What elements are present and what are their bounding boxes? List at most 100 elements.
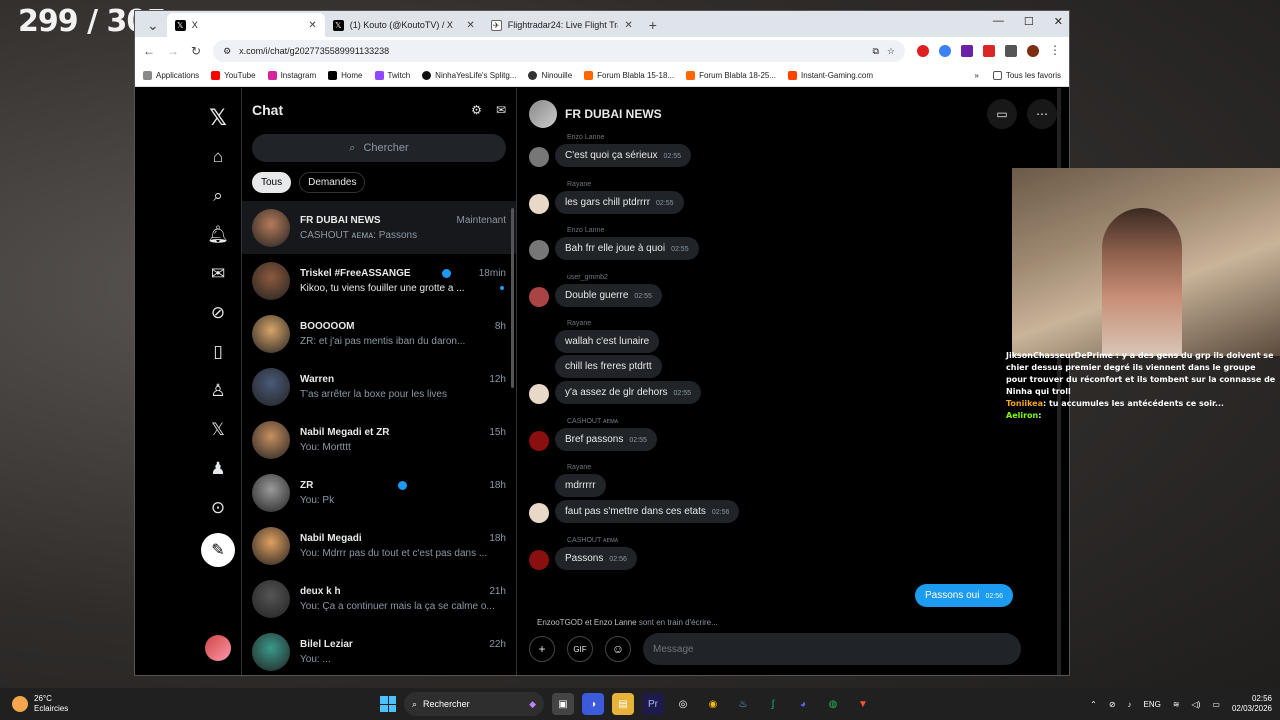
- new-message-icon[interactable]: ✉: [496, 103, 506, 117]
- conversation-item[interactable]: Nabil Megadi et ZR 15h You: Mortttt: [242, 413, 516, 466]
- windows-start-icon[interactable]: [380, 696, 396, 712]
- all-bookmarks[interactable]: Tous les favoris: [992, 71, 1061, 80]
- message-bubble[interactable]: Double guerre 02:55: [555, 284, 662, 307]
- message-bubble[interactable]: faut pas s'mettre dans ces etats 02:56: [555, 500, 740, 523]
- profile-icon[interactable]: [1027, 45, 1039, 57]
- message-avatar[interactable]: [529, 384, 549, 404]
- close-tab-icon[interactable]: ✕: [308, 20, 316, 31]
- message-avatar[interactable]: [529, 240, 549, 260]
- message-bubble[interactable]: Bref passons 02:55: [555, 428, 657, 451]
- wifi-icon[interactable]: ≋: [1173, 700, 1180, 709]
- url-field[interactable]: ⚙ x.com/i/chat/g2027735589991133238 ⧉ ☆: [213, 40, 905, 62]
- task-view-icon[interactable]: ▣: [552, 693, 574, 715]
- premium-icon[interactable]: 𝕏: [198, 410, 238, 449]
- spotify-icon[interactable]: ◍: [822, 693, 844, 715]
- close-window-icon[interactable]: ✕: [1054, 15, 1063, 28]
- profile-icon[interactable]: ♟: [198, 449, 238, 488]
- network-muted-icon[interactable]: ⊘: [1109, 700, 1116, 709]
- message-input[interactable]: Message: [643, 633, 1021, 665]
- bookmark-youtube[interactable]: YouTube: [211, 71, 256, 80]
- premiere-icon[interactable]: Pr: [642, 693, 664, 715]
- bookmark-splitgate[interactable]: NinhaYesLife's Splitg...: [422, 71, 516, 80]
- tab-flightradar[interactable]: ✈ Flightradar24: Live Flight Tracker ✕: [483, 13, 641, 37]
- message-bubble[interactable]: y'a assez de glr dehors 02:55: [555, 381, 702, 404]
- conversation-item[interactable]: Bilel Leziar 22h You: ...: [242, 625, 516, 675]
- conversation-item[interactable]: Nabil Megadi 18h You: Mdrrr pas du tout et…: [242, 519, 516, 572]
- conversation-item[interactable]: FR DUBAI NEWS Maintenant CASHOUT ᴀᴇᴍᴀ: Pas…: [242, 201, 516, 254]
- bookmark-apps[interactable]: Applications: [143, 71, 199, 80]
- account-avatar[interactable]: [205, 635, 231, 661]
- mic-icon[interactable]: ♪: [1128, 700, 1132, 709]
- obs-icon[interactable]: ◎: [672, 693, 694, 715]
- filter-all[interactable]: Tous: [252, 172, 292, 193]
- video-call-icon[interactable]: ▭: [987, 99, 1017, 129]
- group-avatar[interactable]: [529, 100, 557, 128]
- tab-search-icon[interactable]: ⌄: [139, 13, 167, 37]
- tab-x[interactable]: 𝕏 X ✕: [166, 13, 325, 37]
- more-bookmarks-icon[interactable]: »: [974, 71, 978, 80]
- conversation-item[interactable]: deux k h 21h You: Ça a continuer mais la ç…: [242, 572, 516, 625]
- compose-post-button[interactable]: ✎: [201, 533, 235, 567]
- minimize-icon[interactable]: —: [993, 15, 1004, 28]
- notifications-icon[interactable]: 🔔︎: [198, 215, 238, 254]
- list-scrollbar[interactable]: [511, 208, 514, 388]
- close-tab-icon[interactable]: ✕: [466, 20, 474, 31]
- brave-shield-icon[interactable]: [917, 45, 929, 57]
- message-bubble[interactable]: les gars chill ptdrrrr 02:55: [555, 191, 684, 214]
- more-icon[interactable]: ⊙: [198, 488, 238, 527]
- conversation-item[interactable]: Warren 12h T'as arrêter la boxe pour les l…: [242, 360, 516, 413]
- conversation-item[interactable]: ZR 18h You: Pk: [242, 466, 516, 519]
- maximize-icon[interactable]: ☐: [1024, 15, 1034, 28]
- message-avatar[interactable]: [529, 550, 549, 570]
- communities-icon[interactable]: ♙: [198, 371, 238, 410]
- menu-icon[interactable]: ⋮: [1049, 44, 1061, 57]
- site-info-icon[interactable]: ⚙: [223, 46, 231, 57]
- home-icon[interactable]: ⌂: [198, 137, 238, 176]
- bookmark-ninouille[interactable]: Ninouille: [528, 71, 572, 80]
- tab-kouto[interactable]: 𝕏 (1) Kouto (@KoutoTV) / X ✕: [325, 13, 483, 37]
- extension-icon[interactable]: [983, 45, 995, 57]
- message-avatar[interactable]: [529, 503, 549, 523]
- message-bubble[interactable]: Bah frr elle joue à quoi 02:55: [555, 237, 699, 260]
- bookmark-forum-15-18[interactable]: Forum Blabla 15-18...: [584, 71, 674, 80]
- close-tab-icon[interactable]: ✕: [624, 20, 632, 31]
- puzzle-icon[interactable]: [1005, 45, 1017, 57]
- tray-overflow-icon[interactable]: ⌃: [1090, 700, 1097, 709]
- message-avatar[interactable]: [529, 194, 549, 214]
- widgets-icon[interactable]: ◑: [582, 693, 604, 715]
- message-bubble[interactable]: C'est quoi ça sérieux 02:55: [555, 144, 692, 167]
- extension-icon[interactable]: [939, 45, 951, 57]
- language-indicator[interactable]: ENG: [1144, 700, 1161, 709]
- add-attachment-button[interactable]: +: [529, 636, 555, 662]
- search-icon[interactable]: ⌕: [198, 176, 238, 215]
- extension-icon[interactable]: [961, 45, 973, 57]
- message-avatar[interactable]: [529, 431, 549, 451]
- message-bubble[interactable]: wallah c'est lunaire: [555, 330, 660, 353]
- more-options-icon[interactable]: ⋯: [1027, 99, 1057, 129]
- taskbar-search[interactable]: ⌕ Rechercher ◆: [404, 692, 544, 716]
- filter-requests[interactable]: Demandes: [299, 172, 366, 193]
- bookmark-instant-gaming[interactable]: Instant-Gaming.com: [788, 71, 873, 80]
- discord-icon[interactable]: ◕: [792, 693, 814, 715]
- clock[interactable]: 02:56 02/03/2026: [1232, 694, 1272, 714]
- message-bubble[interactable]: Passons 02:56: [555, 547, 637, 570]
- chat-title[interactable]: FR DUBAI NEWS: [565, 107, 662, 121]
- message-avatar[interactable]: [529, 147, 549, 167]
- gif-button[interactable]: GIF: [567, 636, 593, 662]
- bookmark-twitch[interactable]: Twitch: [374, 71, 410, 80]
- file-explorer-icon[interactable]: ▤: [612, 693, 634, 715]
- chrome-icon[interactable]: ◉: [702, 693, 724, 715]
- forward-icon[interactable]: →: [167, 44, 179, 58]
- conversation-item[interactable]: BOOOOOM 8h ZR: et j'ai pas mentis iban du …: [242, 307, 516, 360]
- x-logo-icon[interactable]: 𝕏: [198, 98, 238, 137]
- conversation-item[interactable]: Triskel #FreeASSANGE 18min Kikoo, tu viens…: [242, 254, 516, 307]
- script-icon[interactable]: ʃ: [762, 693, 784, 715]
- message-bubble[interactable]: mdrrrrr: [555, 474, 606, 497]
- install-icon[interactable]: ⧉: [872, 46, 878, 57]
- brave-icon[interactable]: ▼: [852, 693, 874, 715]
- reload-icon[interactable]: ↻: [191, 44, 201, 58]
- volume-icon[interactable]: ◁): [1192, 700, 1201, 709]
- new-tab-button[interactable]: +: [641, 13, 665, 37]
- battery-icon[interactable]: ▭: [1212, 700, 1220, 709]
- back-icon[interactable]: ←: [143, 44, 155, 58]
